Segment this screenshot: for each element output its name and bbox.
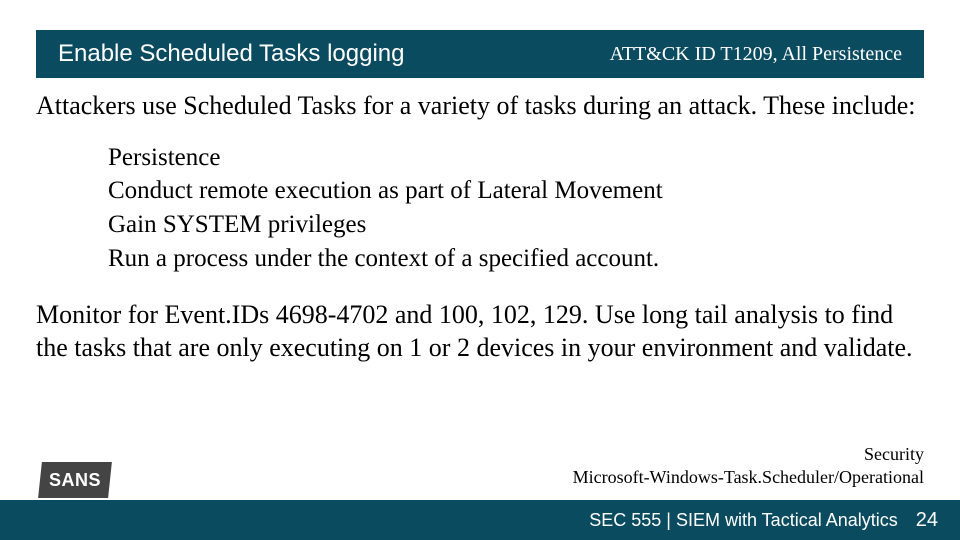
slide-body: Attackers use Scheduled Tasks for a vari… <box>36 90 924 364</box>
sans-logo: SANS <box>38 462 112 498</box>
intro-paragraph: Attackers use Scheduled Tasks for a vari… <box>36 90 924 123</box>
slide-header: Enable Scheduled Tasks logging ATT&CK ID… <box>36 30 924 78</box>
attck-tag: ATT&CK ID T1209, All Persistence <box>610 43 902 66</box>
log-channels-note: Security Microsoft-Windows-Task.Schedule… <box>573 443 924 488</box>
monitor-paragraph: Monitor for Event.IDs 4698-4702 and 100,… <box>36 298 924 365</box>
logo-text: SANS <box>49 470 101 491</box>
list-item: Persistence <box>108 141 924 175</box>
slide-footer: SEC 555 | SIEM with Tactical Analytics 2… <box>0 500 960 540</box>
page-number: 24 <box>916 509 938 532</box>
slide-title: Enable Scheduled Tasks logging <box>58 40 404 68</box>
list-item: Gain SYSTEM privileges <box>108 208 924 242</box>
list-item: Run a process under the context of a spe… <box>108 242 924 276</box>
bullet-list: Persistence Conduct remote execution as … <box>36 141 924 276</box>
list-item: Conduct remote execution as part of Late… <box>108 174 924 208</box>
slide: Enable Scheduled Tasks logging ATT&CK ID… <box>0 0 960 540</box>
course-label: SEC 555 | SIEM with Tactical Analytics <box>589 510 897 531</box>
note-line: Security <box>573 443 924 466</box>
note-line: Microsoft-Windows-Task.Scheduler/Operati… <box>573 466 924 489</box>
